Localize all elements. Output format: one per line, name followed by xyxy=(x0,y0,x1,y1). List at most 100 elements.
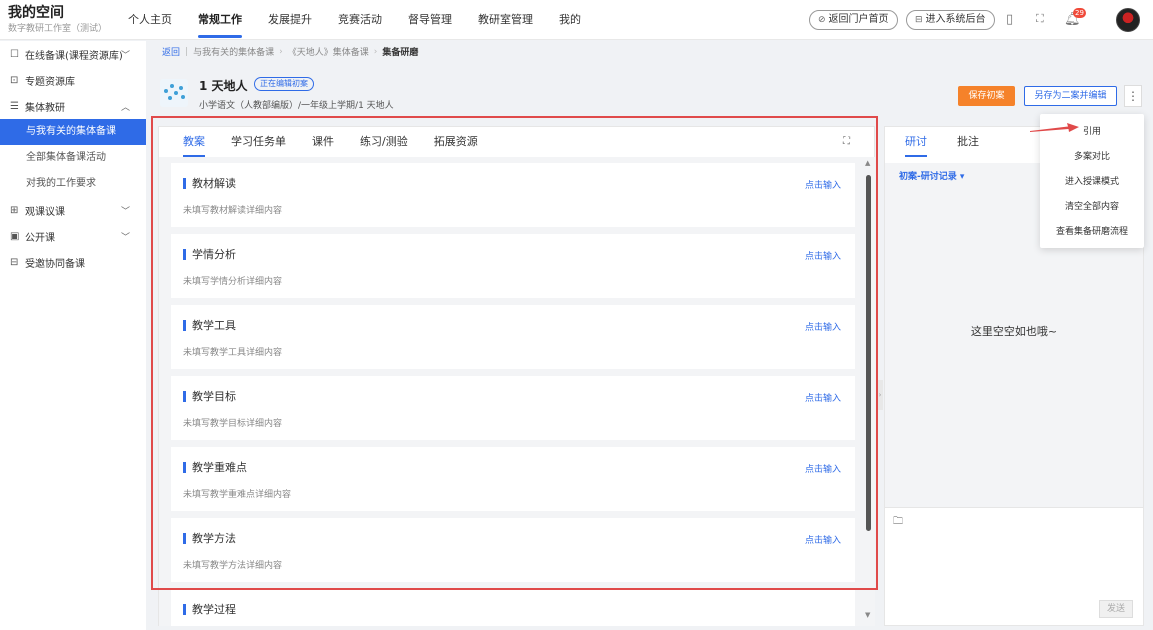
sidebar-item-label: 受邀协同备课 xyxy=(25,258,85,270)
save-draft-button[interactable]: 保存初案 xyxy=(958,86,1015,106)
nav-office-management[interactable]: 教研室管理 xyxy=(478,0,533,40)
breadcrumb-back-link[interactable]: 返回 xyxy=(162,45,180,58)
tablet-icon[interactable]: ▯ xyxy=(1006,12,1013,27)
message-input-area[interactable]: 🗀︎ 发送 xyxy=(885,507,1143,625)
menu-item-teaching-mode[interactable]: 进入授课模式 xyxy=(1040,170,1144,195)
sidebar: ☐ 在线备课(课程资源库) ﹀ ⊡ 专题资源库 ☰ 集体教研 ︿ 与我有关的集体… xyxy=(0,41,146,630)
doc-icon: ☐ xyxy=(10,48,19,60)
sidebar-item-label: 专题资源库 xyxy=(25,76,75,88)
send-button[interactable]: 发送 xyxy=(1099,600,1133,618)
tab-lesson-plan[interactable]: 教案 xyxy=(183,127,205,157)
menu-item-compare[interactable]: 多案对比 xyxy=(1040,145,1144,170)
sidebar-item-collective-research[interactable]: ☰ 集体教研 ︿ xyxy=(0,93,146,119)
section-title: 教学过程 xyxy=(183,604,236,615)
sidebar-item-label: 在线备课(课程资源库) xyxy=(25,50,123,62)
section-title: 教学方法 xyxy=(183,533,236,544)
breadcrumb: 返回 | 与我有关的集体备课 › 《天地人》集体备课 › 集备研磨 xyxy=(162,45,419,59)
sidebar-item-open-class[interactable]: ▣ 公开课 ﹀ xyxy=(0,223,146,249)
panel-collapse-handle[interactable]: › xyxy=(877,380,883,410)
section-desc: 未填写教学方法详细内容 xyxy=(183,561,283,571)
sidebar-item-online-prep[interactable]: ☐ 在线备课(课程资源库) ﹀ xyxy=(0,41,146,67)
section-card: 教学工具 未填写教学工具详细内容 点击输入 xyxy=(171,305,855,369)
lesson-thumbnail xyxy=(160,79,188,107)
chevron-down-icon: ﹀ xyxy=(120,232,130,243)
brand[interactable]: 我的空间 数字教研工作室（测试） xyxy=(8,5,107,35)
sidebar-item-label: 集体教研 xyxy=(25,102,65,114)
tab-annotation[interactable]: 批注 xyxy=(957,127,979,157)
save-as-second-draft-button[interactable]: 另存为二案并编辑 xyxy=(1024,86,1117,106)
monitor-icon: ⊟ xyxy=(915,15,923,25)
click-to-input-link[interactable]: 点击输入 xyxy=(805,462,841,475)
system-backend-button[interactable]: ⊟ 进入系统后台 xyxy=(906,10,995,30)
fullscreen-icon[interactable]: ⛶ xyxy=(1036,12,1044,26)
nav-supervision[interactable]: 督导管理 xyxy=(408,0,452,40)
chevron-down-icon: ﹀ xyxy=(120,206,130,217)
click-to-input-link[interactable]: 点击输入 xyxy=(805,178,841,191)
menu-item-view-process[interactable]: 查看集备研磨流程 xyxy=(1040,220,1144,245)
expand-icon[interactable]: ⛶ xyxy=(843,136,850,147)
editor-tabs: 教案 学习任务单 课件 练习/测验 拓展资源 xyxy=(183,127,478,157)
sidebar-sub-work-requirements[interactable]: 对我的工作要求 xyxy=(0,171,146,197)
tab-discussion[interactable]: 研讨 xyxy=(905,127,927,157)
section-card: 学情分析 未填写学情分析详细内容 点击输入 xyxy=(171,234,855,298)
sections-list: 教材解读 未填写教材解读详细内容 点击输入 学情分析 未填写学情分析详细内容 点… xyxy=(159,157,875,626)
nav-development[interactable]: 发展提升 xyxy=(268,0,312,40)
more-options-button[interactable]: ⋮ xyxy=(1124,85,1142,107)
tab-extended-resources[interactable]: 拓展资源 xyxy=(434,127,478,157)
section-desc: 未填写教学重难点详细内容 xyxy=(183,490,292,500)
click-to-input-link[interactable]: 点击输入 xyxy=(805,533,841,546)
breadcrumb-divider: | xyxy=(185,46,189,57)
section-title: 学情分析 xyxy=(183,249,236,260)
sidebar-item-lesson-observation[interactable]: ⊞ 观课议课 ﹀ xyxy=(0,197,146,223)
click-to-input-link[interactable]: 点击输入 xyxy=(805,320,841,333)
scroll-up-icon[interactable]: ▲ xyxy=(865,159,870,167)
section-title: 教学目标 xyxy=(183,391,236,402)
sidebar-sub-all-activities[interactable]: 全部集体备课活动 xyxy=(0,145,146,171)
portal-home-button[interactable]: ⊘ 返回门户首页 xyxy=(809,10,898,30)
scrollbar-thumb[interactable] xyxy=(866,175,871,531)
portal-home-label: 返回门户首页 xyxy=(828,14,889,25)
presentation-icon: ▣ xyxy=(10,230,20,242)
nav-home[interactable]: 个人主页 xyxy=(128,0,172,40)
scroll-down-icon[interactable]: ▼ xyxy=(865,611,870,619)
nav-competition[interactable]: 竞赛活动 xyxy=(338,0,382,40)
section-card: 教学目标 未填写教学目标详细内容 点击输入 xyxy=(171,376,855,440)
status-badge: 正在编辑初案 xyxy=(254,77,314,91)
chevron-right-icon: › xyxy=(279,46,283,57)
group-icon: ⊟ xyxy=(10,256,19,268)
lesson-title: 1 天地人 xyxy=(199,79,248,93)
notification-badge: 29 xyxy=(1073,8,1086,18)
record-dropdown[interactable]: 初案-研讨记录 ▾ xyxy=(899,169,964,182)
section-card: 教学重难点 未填写教学重难点详细内容 点击输入 xyxy=(171,447,855,511)
library-icon: ⊡ xyxy=(10,74,19,86)
section-desc: 未填写学情分析详细内容 xyxy=(183,277,283,287)
nav-mine[interactable]: 我的 xyxy=(559,0,581,40)
avatar[interactable] xyxy=(1116,8,1140,32)
tab-exercises[interactable]: 练习/测验 xyxy=(360,127,408,157)
nav-routine-work[interactable]: 常规工作 xyxy=(198,0,242,40)
menu-item-clear-all[interactable]: 清空全部内容 xyxy=(1040,195,1144,220)
grid-icon: ⊞ xyxy=(10,204,19,216)
sidebar-item-label: 公开课 xyxy=(25,232,55,244)
click-to-input-link[interactable]: 点击输入 xyxy=(805,391,841,404)
section-desc: 未填写教材解读详细内容 xyxy=(183,206,283,216)
section-desc: 未填写教学工具详细内容 xyxy=(183,348,283,358)
click-to-input-link[interactable]: 点击输入 xyxy=(805,249,841,262)
breadcrumb-link-related[interactable]: 与我有关的集体备课 xyxy=(193,45,274,58)
arrow-pointer-icon xyxy=(1030,123,1079,132)
breadcrumb-current: 集备研磨 xyxy=(382,48,419,58)
system-backend-label: 进入系统后台 xyxy=(925,14,986,25)
breadcrumb-link-lesson[interactable]: 《天地人》集体备课 xyxy=(288,45,369,58)
scrollbar[interactable]: ▲ ▼ xyxy=(864,159,874,621)
brand-title: 我的空间 xyxy=(8,5,64,21)
lesson-subtitle: 小学语文（人教部编版）/一年级上学期/1 天地人 xyxy=(199,101,394,111)
section-desc: 未填写教学目标详细内容 xyxy=(183,419,283,429)
tab-task-sheet[interactable]: 学习任务单 xyxy=(231,127,286,157)
tab-courseware[interactable]: 课件 xyxy=(312,127,334,157)
sidebar-item-topic-library[interactable]: ⊡ 专题资源库 xyxy=(0,67,146,93)
chevron-down-icon: ﹀ xyxy=(120,50,130,61)
folder-icon[interactable]: 🗀︎ xyxy=(893,514,903,531)
section-card: 教材解读 未填写教材解读详细内容 点击输入 xyxy=(171,163,855,227)
sidebar-sub-related-collective[interactable]: 与我有关的集体备课 xyxy=(0,119,146,145)
sidebar-item-invited-prep[interactable]: ⊟ 受邀协同备课 xyxy=(0,249,146,275)
